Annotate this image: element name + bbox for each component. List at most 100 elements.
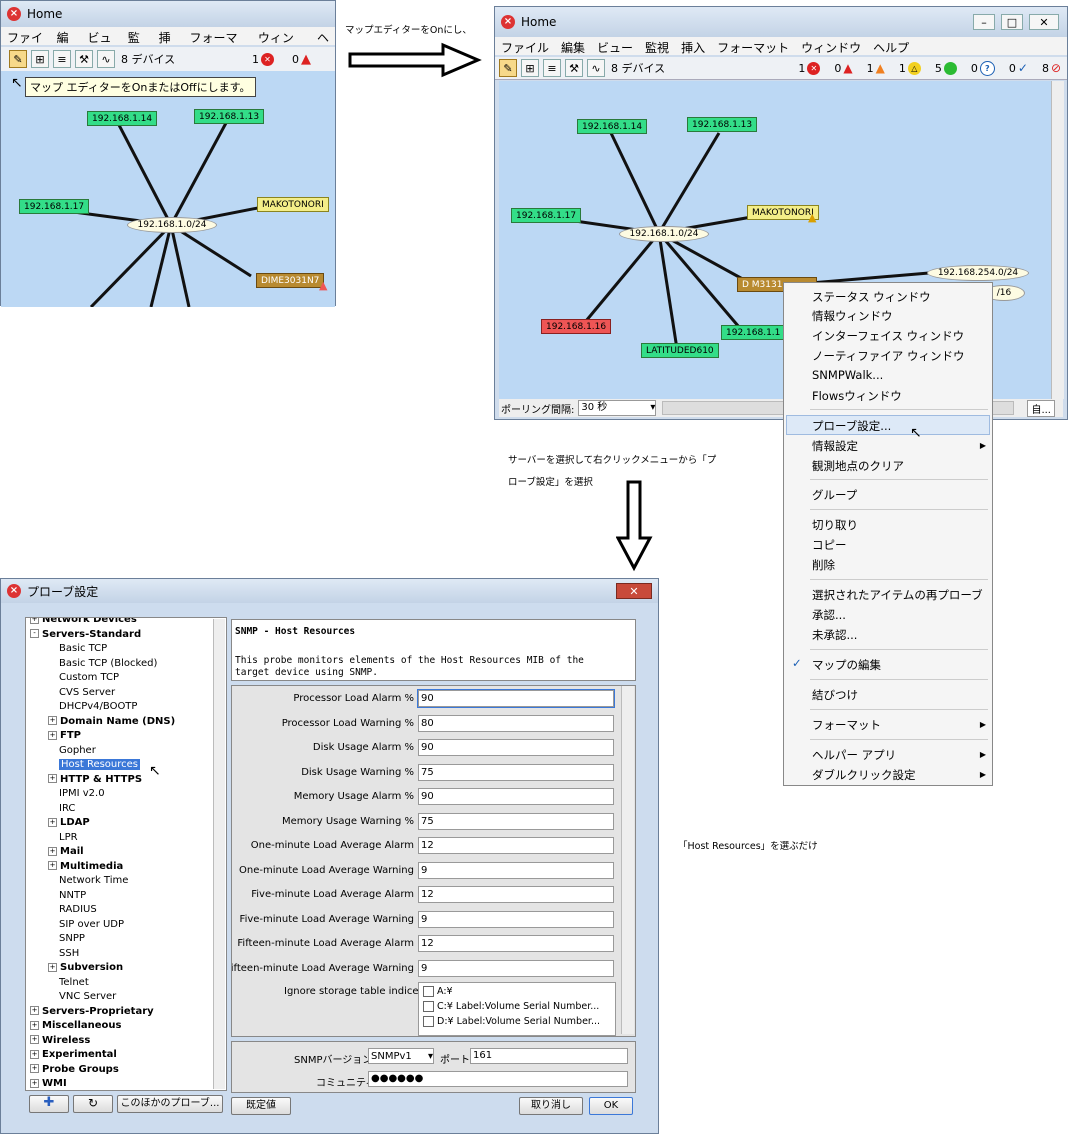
node-192-168-1-13[interactable]: 192.168.1.13 (194, 109, 265, 124)
tree-item[interactable]: + Servers-Proprietary (30, 1006, 154, 1017)
add-probe-button[interactable]: ✚ (29, 1095, 69, 1113)
menu-item-group[interactable]: グループ (812, 487, 857, 503)
menu-help[interactable]: ヘルプ (867, 37, 915, 55)
node-192-168-1-17[interactable]: 192.168.1.17 (511, 208, 582, 223)
node-makotonori[interactable]: MAKOTONORI (257, 197, 329, 212)
wrench-icon[interactable]: ⚒ (565, 59, 583, 77)
menu-help[interactable]: ヘ (311, 27, 335, 45)
down-x-icon[interactable]: ✕ (807, 61, 821, 75)
ok-circle-icon[interactable] (943, 61, 957, 75)
menu-format[interactable]: フォーマット (711, 37, 795, 55)
tree-item[interactable]: Network Time (48, 875, 128, 886)
expand-icon[interactable]: + (48, 817, 57, 827)
tree-item[interactable]: NNTP (48, 890, 86, 901)
no-entry-icon[interactable]: ⊘ (1051, 61, 1061, 75)
network-map-icon[interactable]: ⊞ (31, 50, 49, 68)
storage-list[interactable]: A:¥ C:¥ Label:Volume Serial Number... D:¥ … (418, 982, 616, 1036)
tree-item[interactable]: RADIUS (48, 904, 97, 915)
expand-icon[interactable]: + (30, 1035, 39, 1044)
tree-item[interactable]: Gopher (48, 745, 96, 756)
node-192-168-1-1[interactable]: 192.168.1.1 (721, 325, 786, 340)
menu-item-info-settings[interactable]: 情報設定 (812, 438, 858, 454)
tree-item[interactable]: IPMI v2.0 (48, 788, 105, 799)
network-192-168-254-0-24[interactable]: 192.168.254.0/24 (927, 265, 1029, 281)
tree-item[interactable]: + HTTP & HTTPS (48, 774, 142, 785)
parameter-input[interactable]: 90 (418, 788, 614, 805)
menu-view[interactable]: ビュー (82, 27, 122, 62)
tree-item[interactable]: + Network Devices (30, 618, 137, 625)
menu-item-status-window[interactable]: ステータス ウィンドウ (812, 289, 931, 305)
node-dime3031n7[interactable]: DIME3031N7 (256, 273, 325, 288)
menu-item-reprobe[interactable]: 選択されたアイテムの再プローブ (812, 587, 983, 603)
list-icon[interactable]: ≡ (543, 59, 561, 77)
minimize-icon[interactable]: – (973, 14, 995, 30)
tree-item[interactable]: IRC (48, 803, 75, 814)
node-192-168-1-14[interactable]: 192.168.1.14 (87, 111, 158, 126)
network-192-168-1-0-24[interactable]: 192.168.1.0/24 (127, 217, 217, 233)
tree-scrollbar[interactable] (213, 619, 225, 1089)
storage-item[interactable]: D:¥ Label:Volume Serial Number... (423, 1016, 600, 1027)
tree-item[interactable]: Host Resources (48, 759, 141, 770)
tree-item[interactable]: + Experimental (30, 1049, 117, 1060)
menu-file[interactable]: ファイル (495, 37, 555, 55)
parameter-input[interactable]: 80 (418, 714, 614, 732)
menu-monitor[interactable]: 監視 (122, 27, 153, 62)
menu-view[interactable]: ビュー (591, 37, 639, 55)
zoom-select[interactable]: 自... (1027, 399, 1055, 417)
tree-item[interactable]: + Multimedia (48, 861, 123, 872)
question-icon[interactable]: ? (979, 60, 995, 76)
tree-item[interactable]: + FTP (48, 730, 81, 741)
tree-item[interactable]: CVS Server (48, 687, 115, 698)
down-x-icon[interactable]: ✕ (261, 52, 274, 66)
expand-icon[interactable]: + (48, 774, 57, 783)
menu-window[interactable]: ウィンドウ (795, 37, 867, 55)
parameter-input[interactable]: 75 (418, 812, 614, 830)
menu-item-acknowledge[interactable]: 承認... (812, 607, 846, 623)
checkbox[interactable] (423, 1016, 434, 1027)
menu-item-double-click-settings[interactable]: ダブルクリック設定 (812, 767, 916, 783)
menu-file[interactable]: ファイル (1, 27, 51, 62)
menu-edit[interactable]: 編集 (555, 37, 591, 55)
collapse-icon[interactable]: - (30, 629, 39, 638)
expand-icon[interactable]: + (30, 618, 39, 624)
menu-item-probe-settings[interactable]: プローブ設定... (812, 418, 891, 434)
expand-icon[interactable]: + (48, 962, 57, 972)
app-close-icon[interactable]: × (7, 7, 21, 21)
expand-icon[interactable]: + (30, 1006, 39, 1015)
expand-icon[interactable]: + (30, 1020, 39, 1030)
storage-item[interactable]: C:¥ Label:Volume Serial Number... (423, 1001, 599, 1012)
expand-icon[interactable]: + (48, 716, 57, 725)
vertical-scrollbar[interactable] (1051, 81, 1064, 399)
node-192-168-1-13[interactable]: 192.168.1.13 (687, 117, 758, 132)
tree-item[interactable]: - Servers-Standard (30, 629, 141, 640)
tree-item[interactable]: + Wireless (30, 1035, 90, 1046)
checkbox[interactable] (423, 986, 434, 997)
parameter-input[interactable]: 9 (418, 959, 614, 977)
close-icon[interactable]: ✕ (616, 583, 652, 599)
map-canvas[interactable]: ↖ マップ エディターをOnまたはOffにします。 192.168.1.14 1… (1, 71, 335, 307)
parameter-input[interactable]: 9 (418, 861, 614, 879)
tree-item[interactable]: + Miscellaneous (30, 1020, 122, 1031)
node-latituded610[interactable]: LATITUDED610 (641, 343, 719, 358)
tree-item[interactable]: VNC Server (48, 991, 116, 1002)
tree-item[interactable]: + Subversion (48, 962, 123, 973)
menu-item-interface-window[interactable]: インターフェイス ウィンドウ (812, 328, 964, 344)
community-input[interactable]: ●●●●●● (368, 1071, 628, 1087)
warning-triangle-icon[interactable]: ▲ (301, 52, 311, 67)
menu-item-format[interactable]: フォーマット (812, 717, 881, 733)
parameter-input[interactable]: 90 (418, 739, 614, 756)
expand-icon[interactable]: + (30, 1078, 39, 1088)
tree-item[interactable]: SSH (48, 948, 79, 959)
menu-item-snmpwalk[interactable]: SNMPWalk... (812, 368, 883, 382)
parameter-input[interactable]: 12 (418, 886, 614, 903)
parameter-input[interactable]: 75 (418, 763, 614, 781)
graph-icon[interactable]: ∿ (97, 50, 115, 68)
expand-icon[interactable]: + (48, 861, 57, 870)
tree-item[interactable]: + Mail (48, 846, 84, 857)
menu-format[interactable]: フォーマット (183, 27, 251, 62)
menu-edit[interactable]: 編集 (51, 27, 82, 62)
tree-item[interactable]: Telnet (48, 977, 89, 988)
network-map-icon[interactable]: ⊞ (521, 59, 539, 77)
app-close-icon[interactable]: × (7, 584, 21, 598)
checkmark-icon[interactable]: ✓ (1018, 61, 1028, 75)
